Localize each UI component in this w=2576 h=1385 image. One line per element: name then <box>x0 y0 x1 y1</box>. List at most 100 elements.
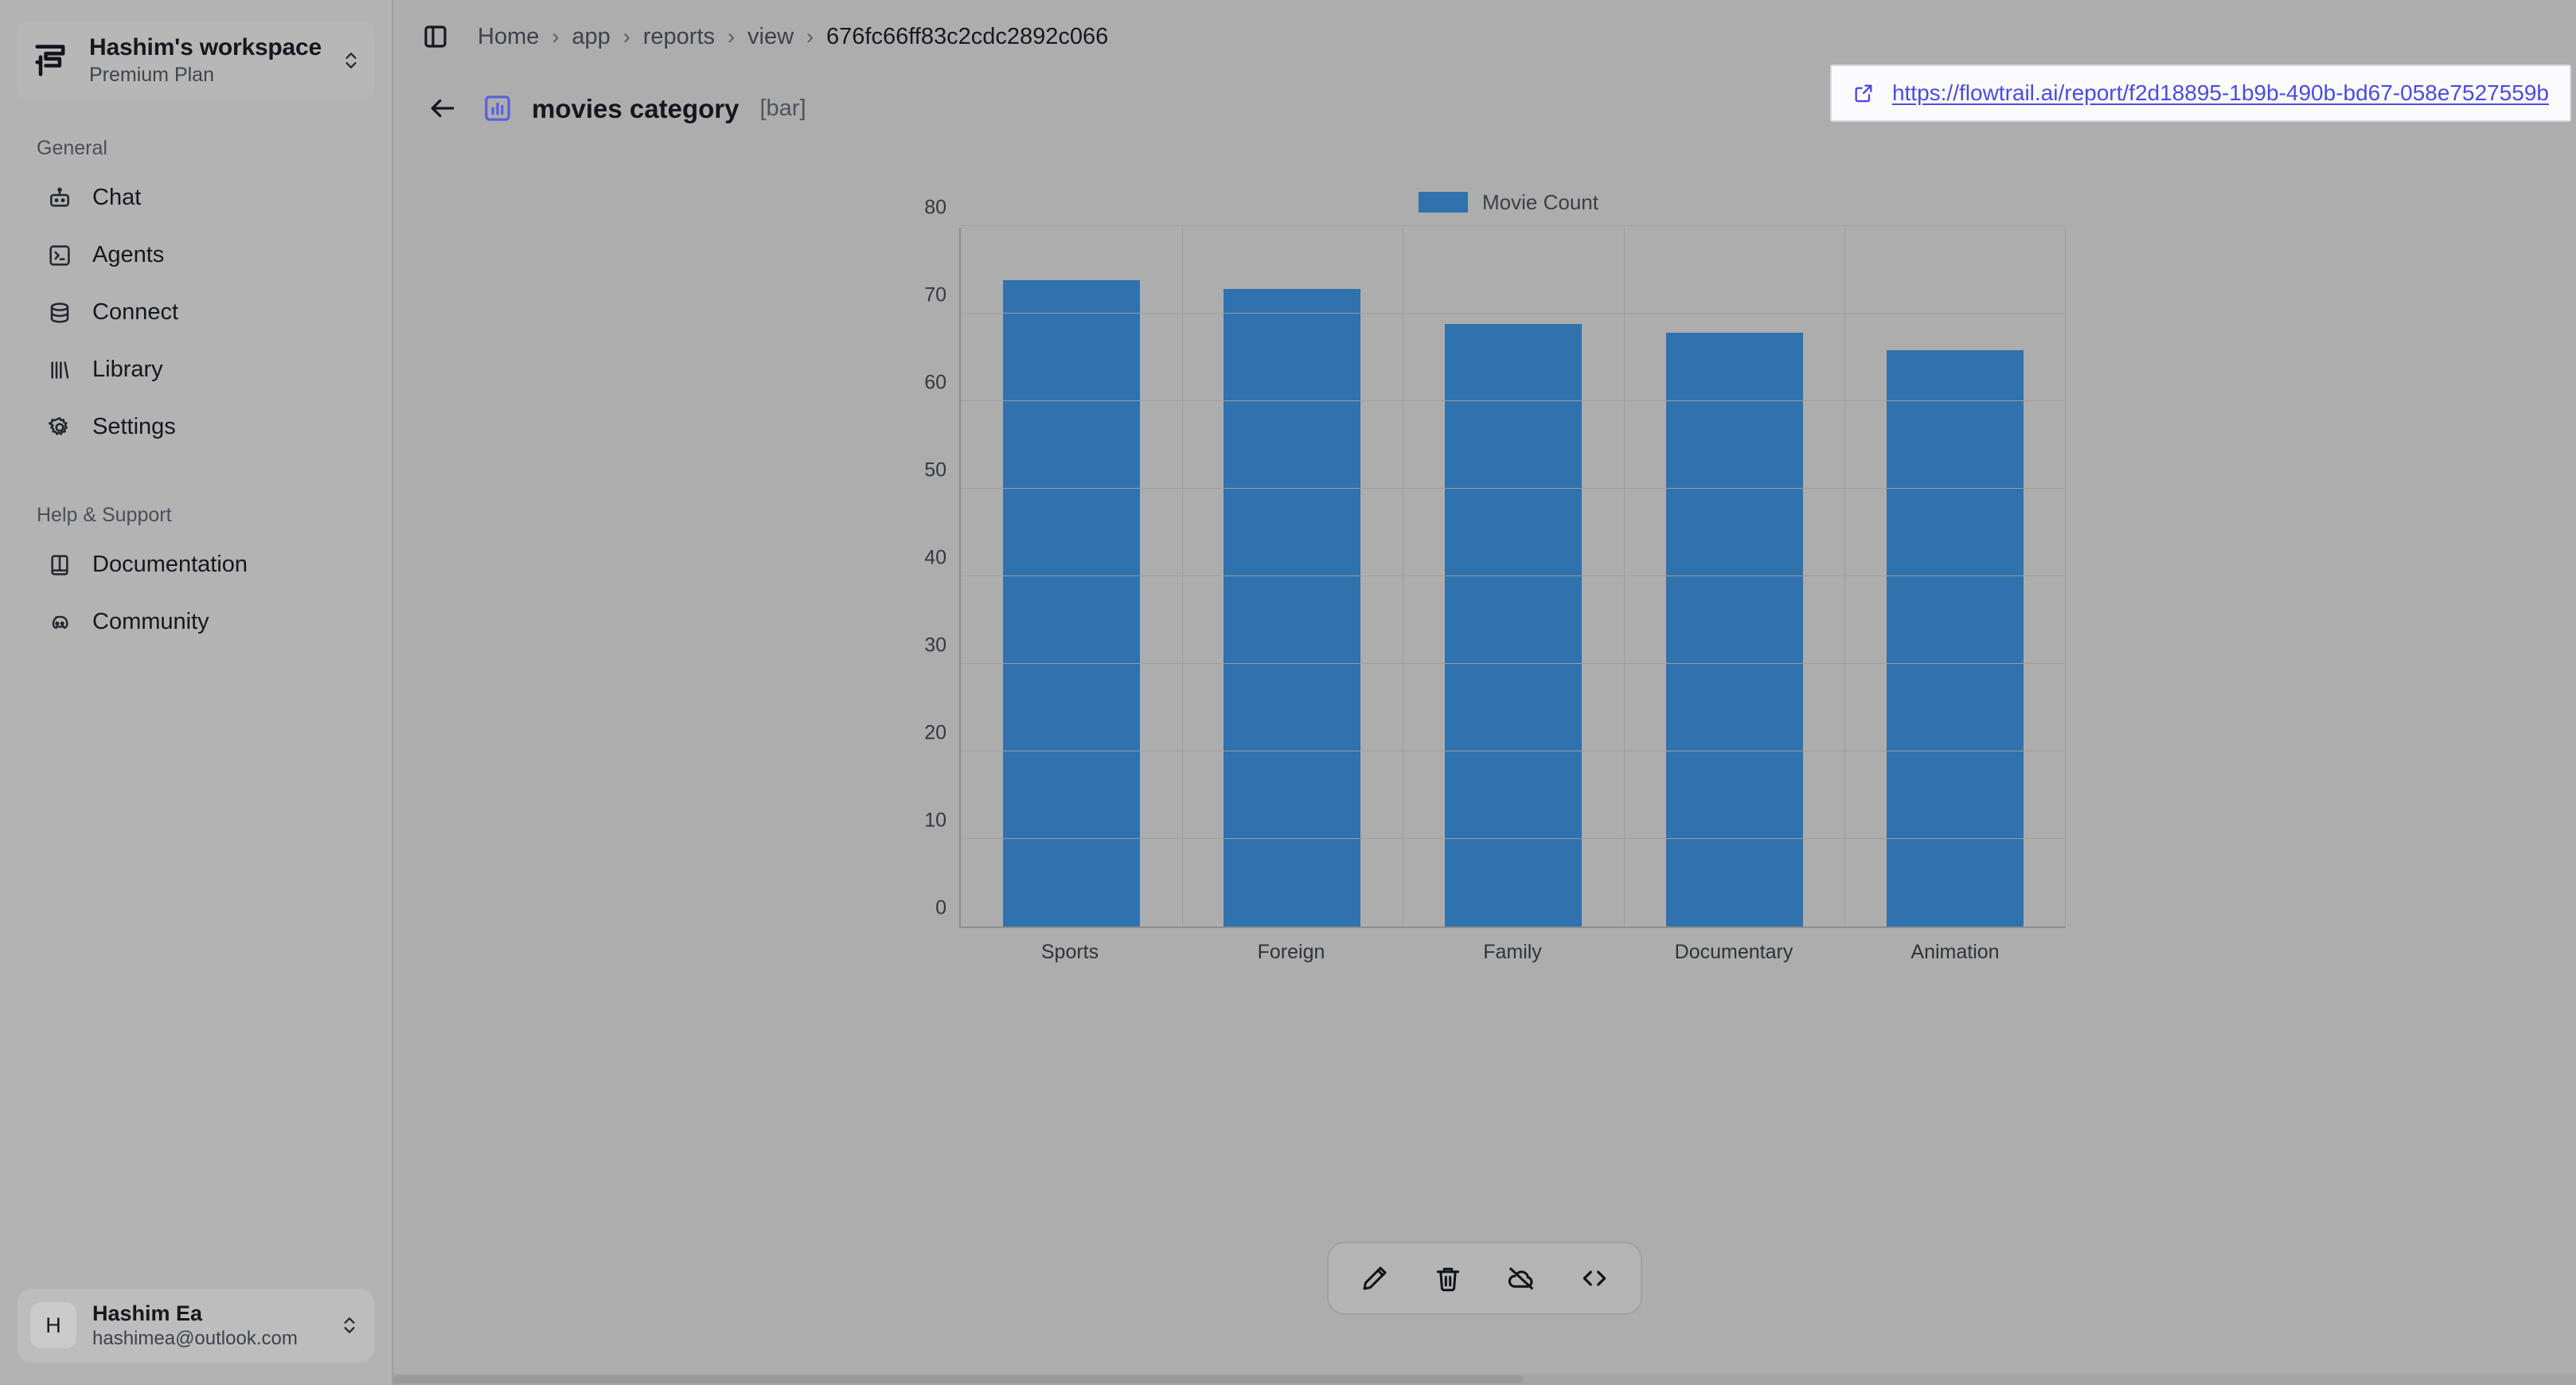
breadcrumb-item-home[interactable]: Home <box>476 22 541 52</box>
workspace-name: Hashim's workspace <box>89 34 322 60</box>
x-axis-labels: Sports Foreign Family Documentary Animation <box>959 942 2066 962</box>
sidebar-item-label: Agents <box>92 242 165 268</box>
breadcrumb-bar: Home › app › reports › view › 676fc66ff8… <box>393 0 2576 73</box>
app-root: Hashim's workspace Premium Plan General <box>0 0 2576 1385</box>
bar-cell <box>961 228 1182 927</box>
chevron-up-down-icon[interactable] <box>338 1309 361 1342</box>
user-email: hashimea@outlook.com <box>92 1328 298 1350</box>
unpublish-button[interactable] <box>1493 1253 1550 1304</box>
breadcrumb-item-report-id: 676fc66ff83c2cdc2892c066 <box>826 23 1109 49</box>
x-axis-label: Sports <box>1040 941 1099 963</box>
sidebar-item-label: Settings <box>92 414 176 440</box>
sidebar-item-label: Library <box>92 357 163 383</box>
nav-section-label-support: Help & Support <box>37 503 172 526</box>
library-icon <box>46 357 73 384</box>
report-url-link[interactable]: https://flowtrail.ai/report/f2d18895-1b9… <box>1892 82 2549 104</box>
flowtrail-logo-icon <box>29 38 73 83</box>
sidebar-item-documentation[interactable]: Documentation <box>14 536 377 594</box>
bar[interactable] <box>1224 288 1361 927</box>
bar[interactable] <box>1444 323 1583 927</box>
sidebar-item-agents[interactable]: Agents <box>14 227 377 284</box>
user-name: Hashim Ea <box>92 1301 203 1325</box>
gear-icon <box>46 414 73 441</box>
embed-code-button[interactable] <box>1566 1253 1623 1304</box>
chart-legend: Movie Count <box>951 183 2066 221</box>
legend-swatch-movie-count <box>1419 192 1469 213</box>
public-report-url-banner[interactable]: https://flowtrail.ai/report/f2d18895-1b9… <box>1829 64 2571 122</box>
workspace-plan: Premium Plan <box>89 64 214 87</box>
edit-button[interactable] <box>1346 1253 1403 1304</box>
sidebar-item-chat[interactable]: Chat <box>14 170 377 227</box>
gridline-horizontal <box>961 225 2066 226</box>
bar[interactable] <box>1887 349 2024 927</box>
gridline-vertical <box>1623 228 1625 927</box>
bot-icon <box>46 185 73 212</box>
arrow-left-icon[interactable] <box>422 88 463 129</box>
gridline-horizontal <box>961 575 2066 576</box>
breadcrumb-item-view[interactable]: view <box>746 22 795 52</box>
breadcrumb-separator: › <box>623 24 630 49</box>
y-axis-tick: 20 <box>924 721 946 744</box>
y-axis-tick: 30 <box>924 634 946 657</box>
bar[interactable] <box>1002 279 1140 927</box>
sidebar-item-label: Connect <box>92 299 179 326</box>
horizontal-scrollbar[interactable] <box>393 1374 2576 1385</box>
bar-cell <box>1182 228 1403 927</box>
sidebar-item-label: Documentation <box>92 552 248 578</box>
bar-cell <box>1624 228 1845 927</box>
y-axis-tick: 80 <box>924 196 946 219</box>
legend-label-movie-count: Movie Count <box>1482 190 1598 214</box>
page-title: movies category <box>532 93 740 123</box>
gridline-vertical <box>2065 228 2066 927</box>
y-axis-tick: 70 <box>924 283 946 306</box>
nav-list-general: Chat Agents Connect Library Settings <box>0 170 392 456</box>
bar-chart: Movie Count 0 10 20 30 40 50 60 70 80 Sports Fore… <box>904 183 2066 962</box>
gridline-vertical <box>1181 228 1183 927</box>
workspace-text: Hashim's workspace Premium Plan <box>89 33 323 88</box>
breadcrumb-separator: › <box>806 24 814 49</box>
chevron-up-down-icon[interactable] <box>339 44 363 77</box>
sidebar-item-connect[interactable]: Connect <box>14 284 377 341</box>
sidebar-item-label: Community <box>92 609 209 635</box>
sidebar-item-settings[interactable]: Settings <box>14 399 377 456</box>
breadcrumb-item-reports[interactable]: reports <box>642 22 716 52</box>
plot-row: 0 10 20 30 40 50 60 70 80 <box>904 197 2066 928</box>
panel-left-icon[interactable] <box>416 17 455 57</box>
breadcrumb-separator: › <box>728 24 736 49</box>
y-axis-tick: 50 <box>924 458 946 482</box>
y-axis-tick: 0 <box>935 896 946 919</box>
scrollbar-thumb[interactable] <box>393 1375 1524 1383</box>
nav-section-label-general: General <box>37 136 107 159</box>
plot-area <box>959 225 2066 928</box>
x-axis-label: Family <box>1483 941 1542 963</box>
breadcrumb: Home › app › reports › view › 676fc66ff8… <box>476 22 1110 52</box>
gridline-horizontal <box>961 663 2066 664</box>
y-axis-tick: 40 <box>924 546 946 569</box>
bar-cell <box>1844 228 2066 927</box>
report-type-badge: [bar] <box>759 95 806 121</box>
gridline-vertical <box>1844 228 1846 927</box>
sidebar-item-library[interactable]: Library <box>14 341 377 399</box>
x-axis-label: Documentary <box>1674 941 1793 963</box>
delete-button[interactable] <box>1419 1253 1477 1304</box>
x-axis-label: Foreign <box>1257 941 1325 963</box>
report-action-toolbar <box>1327 1242 1642 1315</box>
x-axis-label: Animation <box>1911 941 2000 963</box>
y-axis: 0 10 20 30 40 50 60 70 80 <box>904 197 959 928</box>
workspace-switcher[interactable]: Hashim's workspace Premium Plan <box>18 21 374 100</box>
avatar: H <box>30 1302 76 1349</box>
sidebar-item-community[interactable]: Community <box>14 594 377 651</box>
sidebar-item-label: Chat <box>92 185 142 211</box>
discord-icon <box>46 609 73 636</box>
bar-cell <box>1403 228 1624 927</box>
bar-chart-icon <box>481 92 514 125</box>
gridline-horizontal <box>961 313 2066 314</box>
sidebar: Hashim's workspace Premium Plan General <box>0 0 393 1385</box>
breadcrumb-item-app[interactable]: app <box>570 22 611 52</box>
user-account-switcher[interactable]: H Hashim Ea hashimea@outlook.com <box>18 1288 374 1363</box>
chart-area: Movie Count 0 10 20 30 40 50 60 70 80 Sports Fore… <box>393 143 2576 1385</box>
breadcrumb-separator: › <box>552 24 560 49</box>
y-axis-tick: 10 <box>924 809 946 832</box>
gridline-horizontal <box>961 400 2066 401</box>
